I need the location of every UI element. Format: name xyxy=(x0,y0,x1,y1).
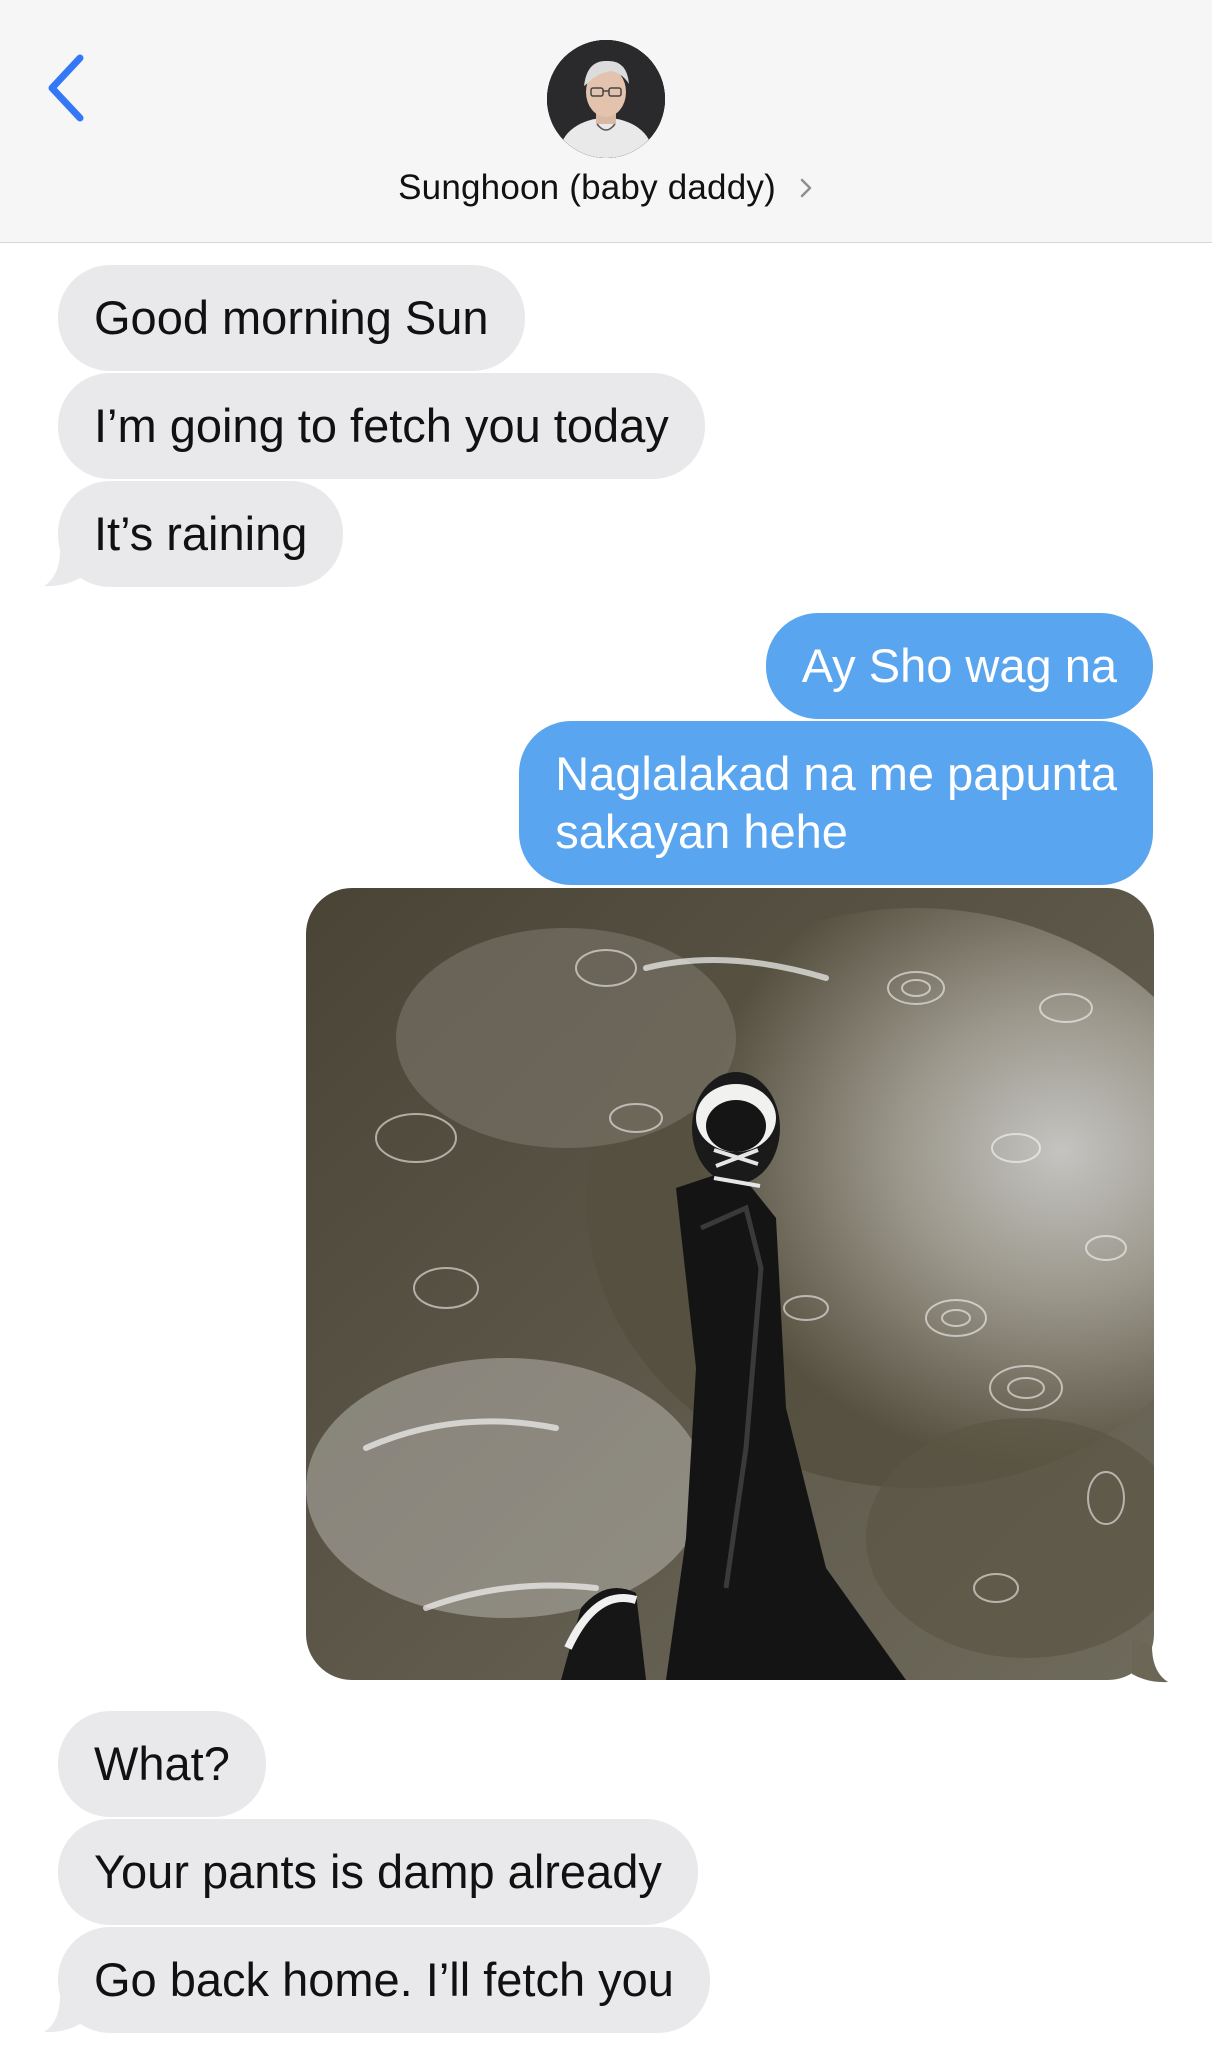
bubble-tail xyxy=(1132,1638,1168,1683)
message-line: Naglalakad na me papunta xyxy=(555,747,1117,800)
chevron-right-icon xyxy=(800,178,812,198)
contact-name: Sunghoon (baby daddy) xyxy=(398,168,776,207)
incoming-message[interactable]: What? xyxy=(58,1711,266,1817)
message-text: It’s raining xyxy=(94,507,308,560)
incoming-message[interactable]: I’m going to fetch you today xyxy=(58,373,705,479)
incoming-message[interactable]: It’s raining xyxy=(58,481,344,587)
conversation-header: Sunghoon (baby daddy) xyxy=(0,0,1212,243)
chevron-left-icon xyxy=(48,54,84,122)
bubble-tail xyxy=(44,1988,80,2033)
avatar[interactable] xyxy=(547,40,665,158)
back-button[interactable] xyxy=(40,48,96,128)
rain-walk-photo xyxy=(306,888,1154,1680)
contact-photo xyxy=(547,40,665,158)
message-text: Good morning Sun xyxy=(94,291,489,344)
outgoing-message[interactable]: Ay Sho wag na xyxy=(765,613,1153,719)
message-text: Your pants is damp already xyxy=(94,1845,662,1898)
incoming-message[interactable]: Go back home. I’ll fetch you xyxy=(58,1927,710,2033)
bubble-tail xyxy=(44,542,80,587)
outgoing-message[interactable]: Naglalakad na me papunta sakayan hehe xyxy=(519,721,1153,885)
message-text: Ay Sho wag na xyxy=(801,639,1117,692)
message-thread: Good morning Sun I’m going to fetch you … xyxy=(0,242,1212,2048)
message-line: sakayan hehe xyxy=(555,805,848,858)
contact-name-button[interactable]: Sunghoon (baby daddy) xyxy=(0,168,1212,208)
photo-attachment[interactable] xyxy=(306,888,1154,1680)
message-text: Go back home. I’ll fetch you xyxy=(94,1953,674,2006)
message-text: What? xyxy=(94,1737,230,1790)
incoming-message[interactable]: Good morning Sun xyxy=(58,265,525,371)
incoming-message[interactable]: Your pants is damp already xyxy=(58,1819,698,1925)
message-text: I’m going to fetch you today xyxy=(94,399,669,452)
